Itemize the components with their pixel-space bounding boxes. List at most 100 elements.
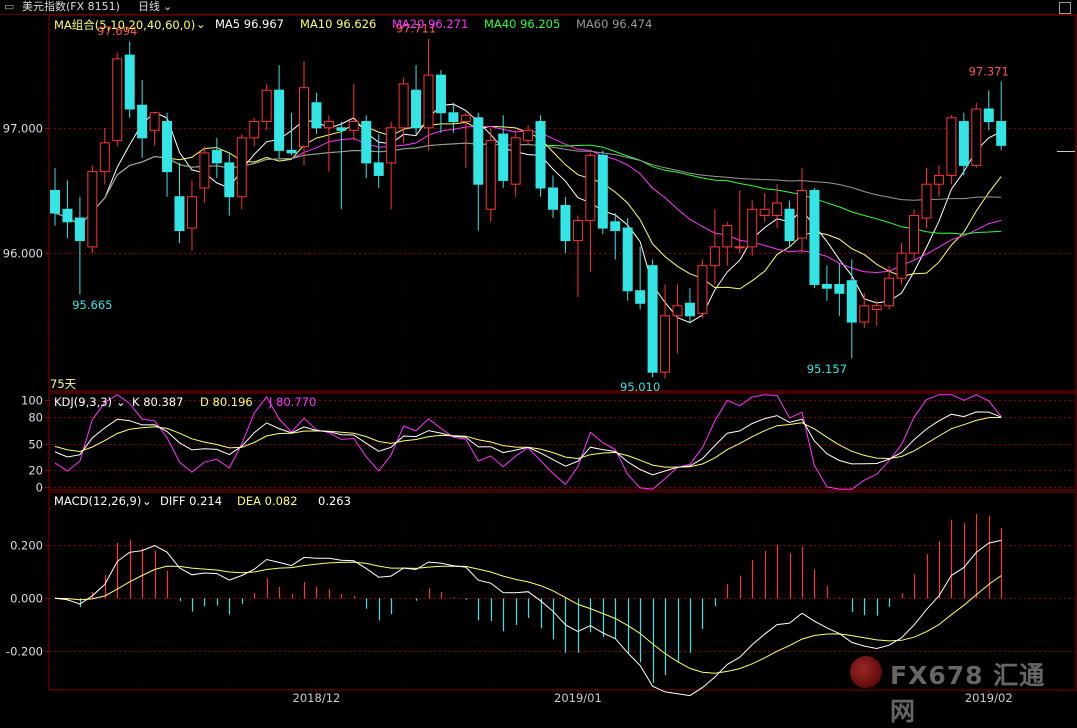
candle-body (460, 114, 471, 123)
candle-body (846, 280, 857, 323)
chevron-down-icon[interactable]: ⌄ (163, 0, 172, 14)
candle-body (261, 89, 272, 123)
macd-tick-label: -0.200 (6, 645, 43, 659)
candle-body (859, 305, 870, 323)
candle-body (684, 302, 695, 317)
watermark-text: FX678 汇通网 (890, 661, 1046, 726)
candle-body (162, 121, 173, 173)
ma-indicator-chevron-icon[interactable]: ⌄ (196, 17, 206, 31)
candle-body (336, 127, 347, 131)
window-titlebar: ▭ 美元指数(FX 8151) 日线 ⌄ (0, 0, 1077, 15)
candle-body (597, 154, 608, 229)
kdj-tick-label: 20 (28, 464, 43, 478)
candle-body (311, 102, 322, 129)
candle-body (74, 217, 85, 242)
candle-body (635, 290, 646, 304)
candle-body (821, 283, 832, 289)
candle-body (909, 215, 920, 254)
candle-body (211, 149, 222, 164)
candle-body (523, 129, 534, 141)
candle-body (510, 137, 521, 185)
candle-body (249, 121, 260, 139)
candle-body (236, 137, 247, 198)
candle-body (386, 127, 397, 164)
candle-body (373, 162, 384, 176)
candle-body (971, 108, 982, 166)
kdj-indicator-label[interactable]: KDJ(9,3,3) (54, 395, 112, 409)
kdj-indicator-chevron-icon[interactable]: ⌄ (116, 395, 126, 409)
candle-body (672, 305, 683, 317)
candle-body (610, 221, 621, 232)
candle-body (747, 208, 758, 248)
candle-body (398, 83, 409, 129)
candle-body (660, 315, 671, 373)
candle-body (448, 112, 459, 123)
candle-body (722, 225, 733, 248)
candle-body (485, 139, 496, 210)
macd-indicator-label[interactable]: MACD(12,26,9) (54, 494, 141, 508)
candle-body (435, 74, 446, 114)
window-icon[interactable]: ▭ (4, 0, 14, 14)
price-tick-label: 96.000 (3, 247, 43, 261)
candle-body (548, 187, 558, 210)
kdj-j-label: J 80.770 (269, 395, 317, 409)
price-annotation: 95.010 (620, 380, 660, 394)
candle-body (809, 189, 820, 285)
price-annotation: 95.665 (72, 298, 112, 312)
macd-diff-label: DIFF 0.214 (160, 494, 223, 508)
candle-body (933, 174, 944, 185)
candle-body (99, 142, 110, 173)
candle-body (572, 220, 583, 242)
price-tick-label: 97.000 (3, 122, 43, 136)
candle-body (772, 202, 783, 217)
candle-body (50, 189, 60, 214)
ma20-label: MA20 96.271 (392, 17, 469, 31)
candle-body (697, 265, 708, 314)
macd-indicator-chevron-icon[interactable]: ⌄ (142, 494, 152, 508)
candle-body (361, 121, 372, 164)
candle-body (124, 54, 135, 110)
price-annotation: 95.157 (807, 362, 847, 376)
ma40-label: MA40 96.205 (484, 17, 561, 31)
candle-body (274, 89, 285, 151)
candle-body (186, 196, 197, 229)
period-selector[interactable]: 日线 (138, 0, 160, 14)
ma-indicator-label[interactable]: MA组合(5,10,20,40,60,0) (54, 17, 195, 33)
macd-dea-label: DEA 0.082 (237, 494, 298, 508)
candle-body (535, 121, 546, 189)
candle-body (983, 108, 994, 123)
candle-body (896, 252, 907, 279)
candle-body (560, 205, 571, 242)
macd-tick-label: 0.000 (10, 592, 43, 606)
candle-body (647, 265, 658, 373)
candle-body (423, 74, 434, 129)
window-title: 美元指数(FX 8151) (22, 0, 120, 13)
ma5-label: MA5 96.967 (215, 17, 284, 31)
candle-body (498, 133, 509, 181)
candle-body (797, 189, 807, 239)
x-axis-label: 2018/12 (293, 691, 341, 705)
kdj-d-label: D 80.196 (200, 395, 253, 409)
candle-body (137, 104, 148, 139)
close-icon[interactable] (1059, 2, 1071, 14)
candle-body (174, 196, 185, 232)
candle-body (224, 162, 235, 198)
ma10-label: MA10 96.626 (300, 17, 377, 31)
chart: 96.000 97.000 0 20 50 80 100 -0.200 0.000 0.200 95… (0, 0, 1077, 705)
candle-body (709, 246, 720, 267)
candle-body (87, 171, 98, 248)
candle-body (996, 121, 1007, 146)
candle-body (299, 87, 309, 148)
kdj-tick-label: 100 (21, 394, 43, 408)
kdj-tick-label: 50 (28, 438, 43, 452)
macd-tick-label: 0.200 (10, 539, 43, 553)
candle-body (784, 208, 795, 242)
candle-body (759, 208, 770, 217)
kdj-tick-label: 80 (28, 411, 43, 425)
candle-body (149, 112, 160, 131)
candle-body (323, 121, 334, 129)
kdj-tick-label: 0 (36, 481, 43, 495)
candle-body (62, 208, 73, 223)
macd-bar-label: 0.263 (318, 494, 351, 508)
candle-body (286, 149, 297, 154)
